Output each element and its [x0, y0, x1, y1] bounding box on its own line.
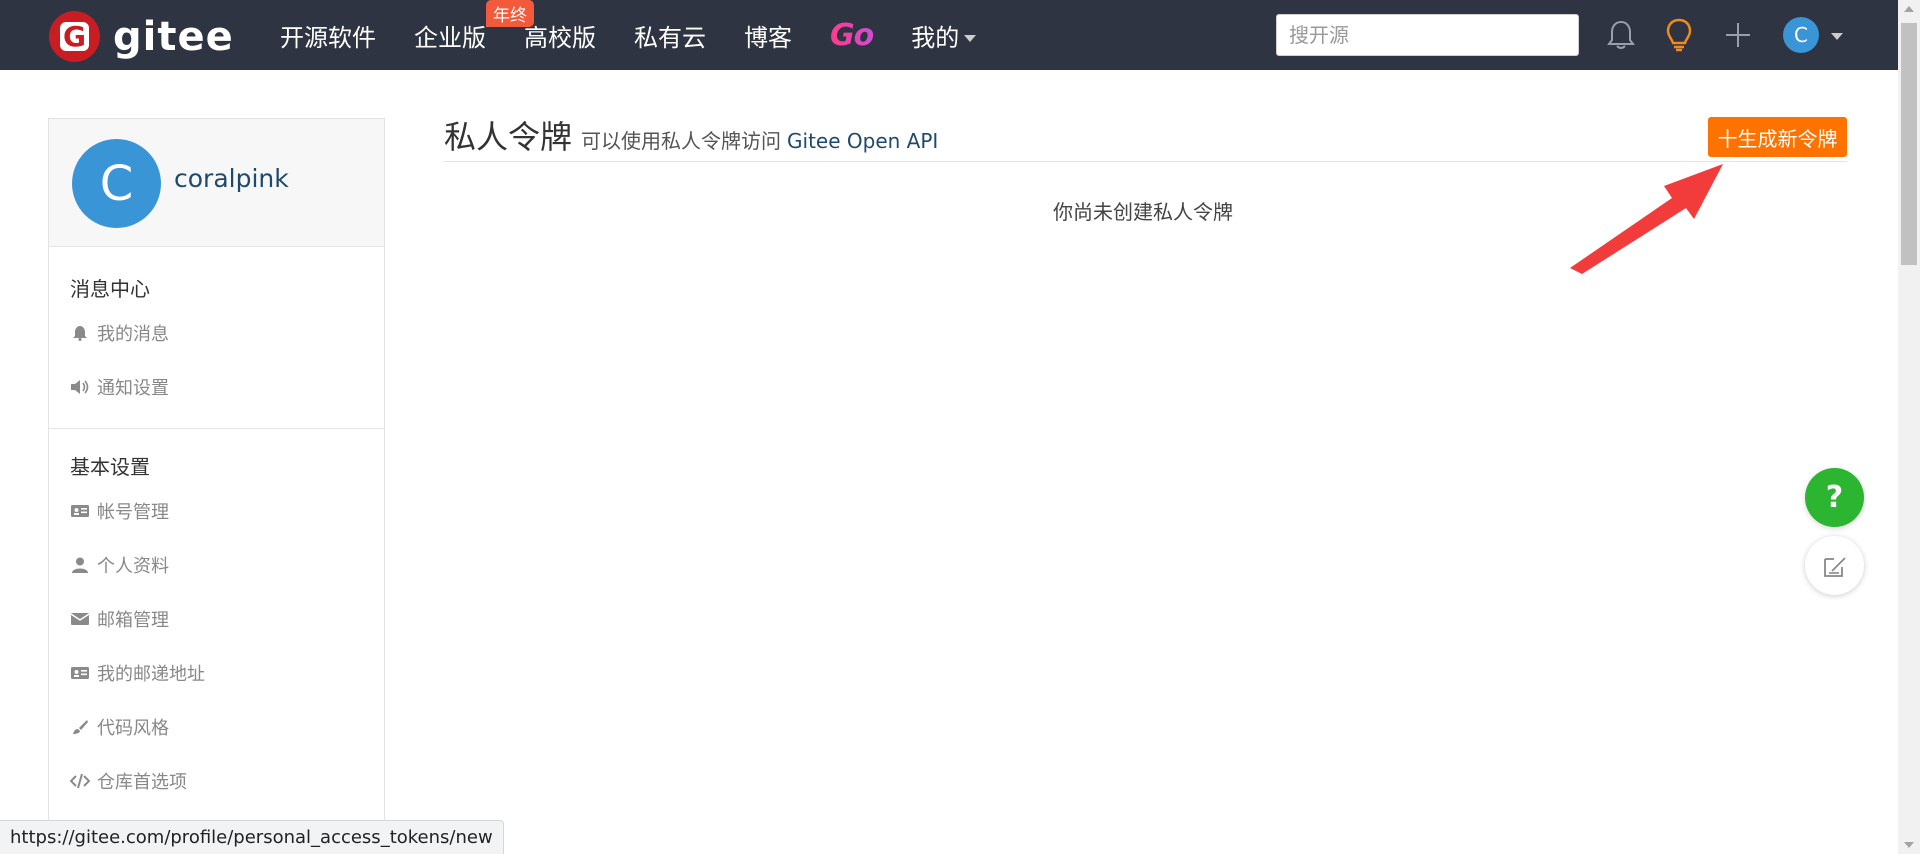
sidebar-item-label: 帐号管理 — [97, 502, 169, 523]
edit-icon — [1823, 556, 1846, 577]
group-title-basic-settings: 基本设置 — [70, 455, 150, 479]
settings-sidebar: C coralpink 消息中心 我的消息 通知设置 基本设置 帐号管理 个人资… — [48, 118, 385, 854]
page-subtitle: 可以使用私人令牌访问 — [581, 129, 782, 153]
lightbulb-icon[interactable] — [1659, 15, 1699, 55]
sidebar-item-profile[interactable]: 个人资料 — [49, 538, 384, 592]
sidebar-item-label: 我的邮递地址 — [97, 664, 205, 685]
sidebar-item-postal-address[interactable]: 我的邮递地址 — [49, 646, 384, 700]
plus-icon[interactable] — [1718, 15, 1758, 55]
nav-item-mine[interactable]: 我的 — [911, 18, 977, 53]
sidebar-item-account[interactable]: 帐号管理 — [49, 484, 384, 538]
nav-item-open-source[interactable]: 开源软件 — [280, 18, 376, 53]
nav-item-education[interactable]: 高校版 — [524, 18, 596, 53]
bell-icon[interactable] — [1601, 15, 1641, 55]
page-scrollbar[interactable] — [1898, 0, 1920, 854]
profile-avatar[interactable]: C — [72, 139, 161, 228]
username-link[interactable]: coralpink — [174, 164, 289, 193]
sidebar-item-label: 通知设置 — [97, 378, 169, 399]
bell-icon — [70, 323, 90, 343]
nav-item-go[interactable]: Go — [830, 18, 874, 53]
speaker-icon — [70, 377, 90, 397]
scroll-down-arrow-icon[interactable] — [1904, 842, 1914, 848]
scroll-up-arrow-icon[interactable] — [1904, 6, 1914, 12]
nav-menu: 开源软件 企业版 年终 高校版 私有云 博客 Go 我的 — [280, 0, 1014, 70]
help-button[interactable]: ? — [1805, 468, 1864, 527]
page-title: 私人令牌 — [444, 118, 573, 156]
profile-card: C coralpink — [49, 119, 384, 247]
nav-item-enterprise[interactable]: 企业版 年终 — [414, 0, 534, 53]
scroll-thumb[interactable] — [1901, 23, 1917, 265]
browser-status-url: https://gitee.com/profile/personal_acces… — [0, 820, 504, 854]
search-input[interactable] — [1276, 14, 1579, 56]
envelope-icon — [70, 609, 90, 629]
avatar-chevron-down-icon[interactable] — [1831, 33, 1843, 40]
user-icon — [70, 555, 90, 575]
group-title-messages: 消息中心 — [70, 277, 150, 301]
sidebar-item-label: 邮箱管理 — [97, 610, 169, 631]
nav-item-enterprise-label: 企业版 — [414, 23, 486, 52]
id-card-icon — [70, 501, 90, 521]
sidebar-item-label: 代码风格 — [97, 718, 169, 739]
empty-state-message: 你尚未创建私人令牌 — [1053, 200, 1233, 224]
sidebar-item-label: 个人资料 — [97, 556, 169, 577]
page-header: 私人令牌 可以使用私人令牌访问 Gitee Open API — [444, 112, 938, 158]
sidebar-item-label: 仓库首选项 — [97, 772, 187, 793]
sidebar-item-repo-preferences[interactable]: 仓库首选项 — [49, 754, 384, 808]
gitee-logo[interactable]: G gitee — [49, 11, 234, 62]
gitee-logo-icon: G — [49, 11, 100, 62]
sidebar-item-notification-settings[interactable]: 通知设置 — [49, 360, 384, 414]
user-avatar[interactable]: C — [1783, 17, 1819, 53]
id-card-icon — [70, 663, 90, 683]
sidebar-item-label: 我的消息 — [97, 324, 169, 345]
feedback-button[interactable] — [1805, 536, 1864, 595]
sidebar-item-code-style[interactable]: 代码风格 — [49, 700, 384, 754]
brush-icon — [70, 717, 90, 737]
nav-item-private-cloud[interactable]: 私有云 — [634, 18, 706, 53]
top-nav: G gitee 开源软件 企业版 年终 高校版 私有云 博客 Go 我的 搜开源… — [0, 0, 1898, 70]
code-icon — [70, 771, 90, 791]
sidebar-item-email[interactable]: 邮箱管理 — [49, 592, 384, 646]
chevron-down-icon — [964, 35, 977, 42]
annotation-arrow — [1570, 164, 1723, 274]
open-api-link[interactable]: Gitee Open API — [787, 129, 938, 153]
logo-text: gitee — [113, 13, 234, 60]
sidebar-item-my-messages[interactable]: 我的消息 — [49, 306, 384, 360]
nav-item-mine-label: 我的 — [911, 23, 960, 52]
nav-item-blog[interactable]: 博客 — [744, 18, 792, 53]
